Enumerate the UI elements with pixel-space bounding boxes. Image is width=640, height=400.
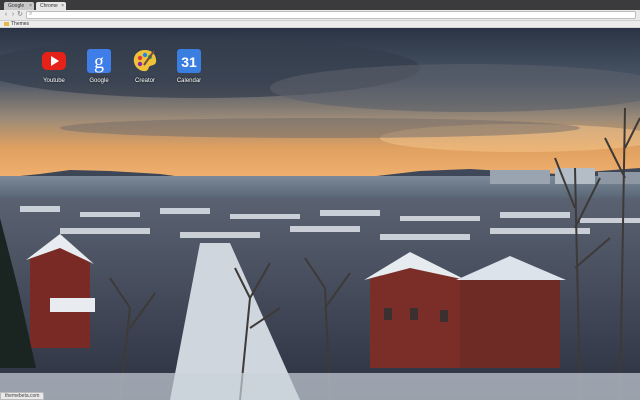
tab-chrome[interactable]: Chrome ×	[36, 2, 66, 10]
app-creator[interactable]: Creator	[123, 48, 167, 84]
app-google[interactable]: g Google	[77, 48, 121, 84]
app-label: Youtube	[43, 78, 65, 84]
app-youtube[interactable]: Youtube	[32, 48, 76, 84]
tab-label: Chrome	[40, 3, 58, 9]
reload-icon[interactable]: ↻	[16, 11, 24, 19]
status-text: themebeta.com	[5, 393, 40, 399]
tab-label: Google	[8, 3, 25, 9]
app-label: Calendar	[176, 78, 202, 84]
palette-icon	[133, 50, 157, 72]
tab-google[interactable]: Google ×	[4, 2, 34, 10]
toolbar: ‹ › ↻ ⌕	[0, 10, 640, 21]
folder-icon	[4, 21, 9, 26]
bookmark-themes[interactable]: Themes	[4, 21, 29, 28]
youtube-icon	[42, 52, 66, 70]
calendar-day: 31	[181, 54, 197, 70]
bookmarks-bar: Themes	[0, 21, 640, 28]
close-icon[interactable]: ×	[61, 2, 64, 10]
search-icon: ⌕	[29, 11, 33, 17]
svg-text:g: g	[94, 51, 104, 73]
app-calendar[interactable]: 31 Calendar	[167, 48, 211, 84]
app-label: Google	[89, 78, 109, 84]
tab-strip: Google × Chrome ×	[0, 0, 640, 10]
bookmark-label: Themes	[11, 21, 30, 27]
google-icon: g	[87, 49, 111, 73]
app-label: Creator	[134, 78, 155, 84]
status-bar: themebeta.com	[0, 392, 45, 400]
close-icon[interactable]: ×	[29, 2, 32, 10]
address-bar[interactable]: ⌕	[26, 11, 636, 19]
calendar-icon: 31	[177, 49, 201, 73]
